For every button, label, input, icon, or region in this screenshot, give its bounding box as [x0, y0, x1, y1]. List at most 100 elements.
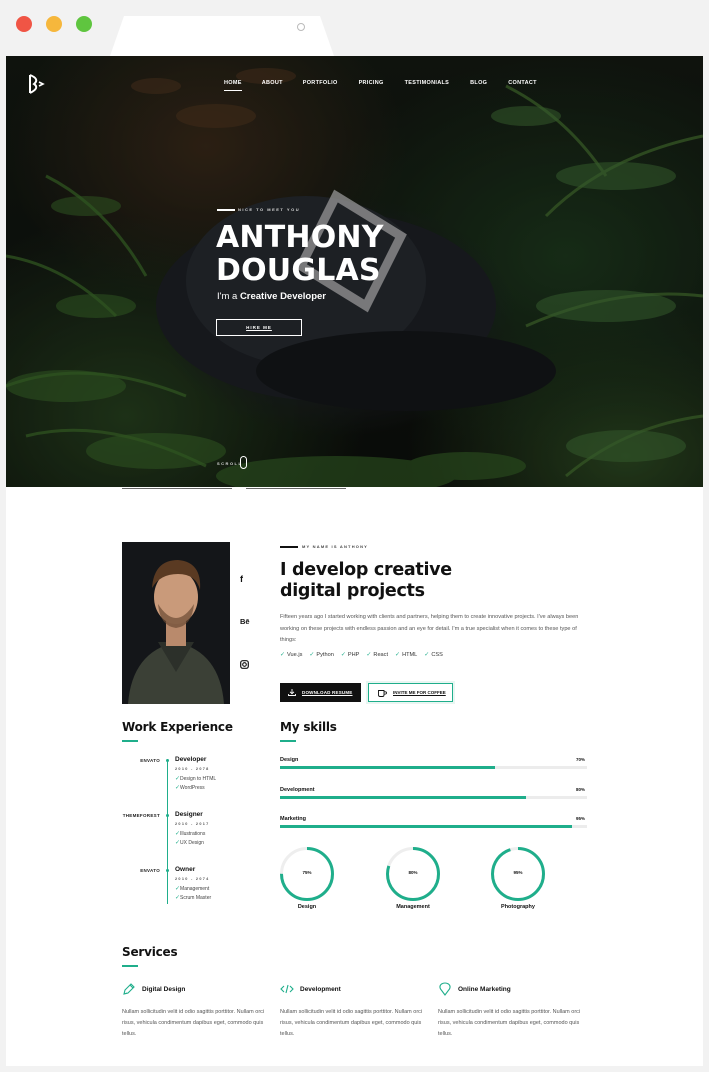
skill-bar-label: Marketing [280, 816, 306, 822]
skill-circle-percent: 80% [408, 870, 418, 875]
tech-item: ✓ React [366, 651, 389, 659]
skills-title-accent [280, 740, 296, 742]
service-description: Nullam sollicitudin velit id odio sagitt… [280, 1009, 423, 1037]
hero-subtitle-role: Creative Developer [239, 291, 327, 302]
tech-item: ✓ HTML [395, 651, 418, 659]
check-icon: ✓ [340, 652, 346, 658]
nav-active-indicator [224, 90, 242, 91]
pen-icon [123, 983, 135, 995]
nav-portfolio[interactable]: PORTFOLIO [303, 80, 338, 86]
skill-bar-label: Design [280, 757, 299, 763]
check-icon: ✓ [280, 652, 286, 658]
browser-tab[interactable] [110, 16, 334, 56]
coffee-cup-icon [378, 690, 387, 697]
timeline-line [167, 759, 168, 904]
service-title: Digital Design [142, 986, 186, 993]
check-icon: ✓ [366, 652, 372, 658]
invite-coffee-label: INVITE ME FOR COFFEE [393, 690, 446, 695]
skill-circle-percent: 95% [513, 870, 523, 875]
skill-circle: 80% [385, 846, 441, 902]
about-title-line2: digital projects [280, 581, 425, 601]
skill-bar-label: Development [280, 787, 315, 793]
job-duty: ✓UX Design [175, 840, 204, 846]
avatar [122, 542, 230, 704]
invite-coffee-button[interactable]: INVITE ME FOR COFFEE [368, 683, 453, 702]
browser-window: HOME ABOUT PORTFOLIO PRICING TESTIMONIAL… [0, 0, 709, 1072]
page-viewport: HOME ABOUT PORTFOLIO PRICING TESTIMONIAL… [6, 56, 703, 1066]
service-description: Nullam sollicitudin velit id odio sagitt… [438, 1009, 581, 1037]
skill-circle-percent: 75% [302, 870, 312, 875]
skill-bar-fill [280, 766, 495, 769]
about-title-line1: I develop creative [280, 560, 452, 580]
instagram-icon[interactable] [240, 660, 249, 669]
timeline-dot [166, 869, 169, 872]
nav-pricing[interactable]: PRICING [359, 80, 384, 86]
facebook-icon[interactable]: f [240, 574, 243, 584]
download-icon [288, 689, 296, 696]
hero-section: HOME ABOUT PORTFOLIO PRICING TESTIMONIAL… [6, 56, 703, 490]
skill-bar-track [280, 766, 587, 769]
minimize-window-button[interactable] [46, 16, 62, 32]
job-role: Developer [175, 756, 207, 763]
nav-about[interactable]: ABOUT [262, 80, 283, 86]
hero-slide-indicator [246, 488, 346, 489]
service-description: Nullam sollicitudin velit id odio sagitt… [122, 1009, 265, 1037]
hire-me-button[interactable]: HIRE ME [216, 319, 302, 336]
check-icon: ✓ [424, 652, 430, 658]
service-title: Development [300, 986, 341, 993]
skill-bar-percent: 70% [576, 757, 586, 762]
hero-subtitle-prefix: I'm a [217, 291, 240, 302]
close-window-button[interactable] [16, 16, 32, 32]
check-icon: ✓ [309, 652, 315, 658]
skill-circle-label: Design [297, 904, 317, 910]
timeline-dot [166, 759, 169, 762]
tech-list: ✓ Vue.js ✓ Python ✓ PHP ✓ React ✓ HTML ✓ CSS [280, 651, 443, 659]
hero-subtitle: I'm a Creative Developer [217, 291, 326, 302]
behance-icon[interactable]: Bē [240, 617, 250, 626]
code-icon [280, 984, 294, 994]
brand-logo-icon[interactable] [26, 73, 46, 95]
tech-item: ✓ CSS [424, 651, 443, 659]
skill-circle: 75% [279, 846, 335, 902]
about-kicker-line [280, 546, 298, 548]
job-company: THEMEFOREST [122, 813, 160, 818]
experience-title: Work Experience [122, 720, 233, 734]
profile-photo [122, 542, 230, 704]
download-resume-label: DOWNLOAD RESUME [302, 690, 353, 695]
main-nav: HOME ABOUT PORTFOLIO PRICING TESTIMONIAL… [224, 80, 537, 91]
nav-blog[interactable]: BLOG [470, 80, 487, 86]
skill-circle: 95% [490, 846, 546, 902]
nav-contact[interactable]: CONTACT [508, 80, 537, 86]
tab-close-icon[interactable] [297, 23, 305, 31]
hero-slide-indicator [122, 488, 232, 489]
tech-item: ✓ PHP [340, 651, 360, 659]
hero-kicker-line [217, 209, 235, 211]
service-title: Online Marketing [458, 986, 511, 993]
skill-circle-label: Photography [501, 904, 535, 910]
job-duty: ✓Design to HTML [175, 776, 217, 782]
job-role: Designer [175, 811, 203, 818]
scroll-mouse-icon[interactable] [240, 456, 247, 469]
download-resume-button[interactable]: DOWNLOAD RESUME [280, 683, 361, 702]
job-years: 2010 - 2074 [175, 877, 210, 881]
about-kicker: MY NAME IS ANTHONY [302, 544, 369, 549]
hero-kicker: NICE TO MEET YOU [238, 207, 301, 212]
skill-bar-percent: 95% [576, 816, 586, 821]
job-years: 2010 - 2017 [175, 822, 210, 826]
hero-name-line1: ANTHONY [216, 220, 384, 255]
skill-circle-label: Management [396, 904, 430, 910]
experience-title-accent [122, 740, 138, 742]
hero-name-line2: DOUGLAS [216, 253, 381, 288]
nav-testimonials[interactable]: TESTIMONIALS [405, 80, 450, 86]
job-years: 2010 - 2078 [175, 767, 210, 771]
skill-bar-percent: 80% [576, 787, 586, 792]
skill-bar-fill [280, 825, 572, 828]
services-title-accent [122, 965, 138, 967]
timeline-dot [166, 814, 169, 817]
skill-bar-track [280, 825, 587, 828]
hero-name: ANTHONY DOUGLAS [216, 221, 384, 287]
skills-title: My skills [280, 720, 337, 734]
nav-home[interactable]: HOME [224, 80, 242, 91]
maximize-window-button[interactable] [76, 16, 92, 32]
job-duty: ✓Management [175, 886, 210, 892]
